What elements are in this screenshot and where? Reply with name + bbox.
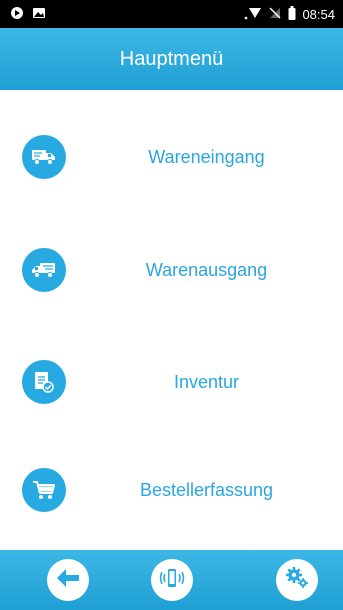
truck-incoming-icon [22, 135, 66, 179]
menu-item-label: Bestellerfassung [139, 479, 274, 500]
menu-item-label: Warenausgang [145, 259, 268, 280]
device-vibrate-icon [159, 567, 185, 594]
shield-icon [10, 6, 24, 23]
menu-item-label: Inventur [173, 371, 240, 392]
inventory-clipboard-icon [22, 360, 66, 404]
shopping-cart-icon [22, 468, 66, 512]
menu-item-bestellerfassung[interactable]: Bestellerfassung [0, 435, 343, 545]
wifi-icon [244, 6, 262, 23]
no-sim-icon [268, 6, 282, 23]
page-title: Hauptmenü [119, 47, 224, 70]
app-header: Hauptmenü [0, 28, 343, 90]
menu-item-warenausgang[interactable]: Warenausgang [0, 215, 343, 325]
settings-gears-icon [284, 566, 310, 595]
image-icon [32, 6, 46, 23]
menu-item-label: Wareneingang [148, 146, 265, 167]
main-menu: Wareneingang Warenausgang Inventur Beste… [0, 90, 343, 550]
truck-outgoing-icon [22, 248, 66, 292]
back-arrow-icon [55, 567, 81, 594]
menu-item-wareneingang[interactable]: Wareneingang [0, 102, 343, 212]
status-bar: 08:54 [0, 0, 343, 28]
menu-item-inventur[interactable]: Inventur [0, 327, 343, 437]
status-time: 08:54 [302, 6, 335, 22]
bottom-bar [0, 550, 343, 610]
status-right: 08:54 [244, 5, 335, 23]
battery-icon [288, 5, 296, 23]
settings-button[interactable] [276, 559, 318, 601]
back-button[interactable] [47, 559, 89, 601]
device-button[interactable] [151, 559, 193, 601]
status-left [10, 6, 46, 23]
